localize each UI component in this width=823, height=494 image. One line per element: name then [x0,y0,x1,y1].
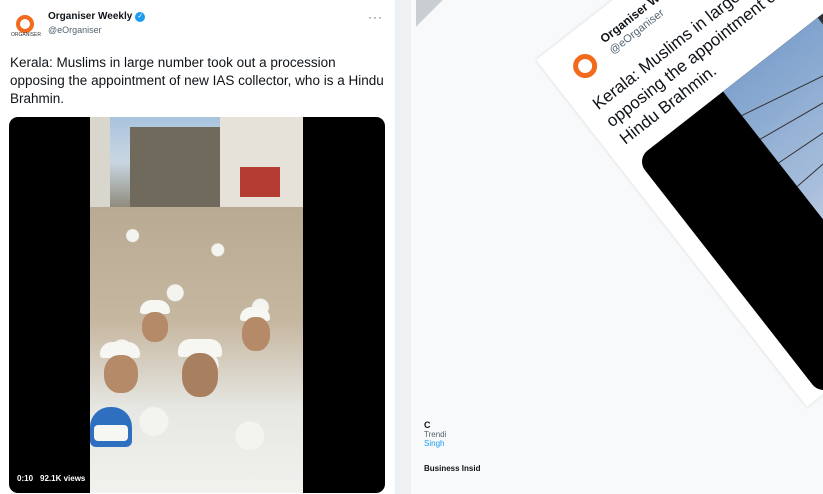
avatar-caption: ORGANISER [11,32,42,38]
sidebar-fragment: C [424,420,431,430]
account-name-text[interactable]: Organiser Weekly [48,11,132,22]
background-sidebar: C Trendi Singh Business Insid [424,420,514,494]
background-strip [416,0,476,30]
rotated-avatar [561,42,609,90]
video-time: 0:10 [17,474,34,483]
account-name[interactable]: Organiser Weekly ✓ [48,11,146,22]
tweet-video[interactable]: 0:10 92.1K views [9,117,385,493]
blue-turban [90,407,132,447]
more-options-icon[interactable]: ··· [368,10,383,24]
organiser-logo-icon [16,15,34,33]
account-handle[interactable]: @eOrganiser [48,25,102,35]
business-insider-label[interactable]: Business Insid [424,464,514,473]
verified-badge-icon: ✓ [135,11,146,22]
organiser-logo-icon [568,49,602,83]
rotated-screenshot: C Trendi Singh Business Insid Organiser … [396,0,823,494]
video-frame [90,117,303,493]
video-meta: 0:10 92.1K views [17,474,85,483]
video-views: 92.1K views [40,474,86,483]
tweet-text: Kerala: Muslims in large number took out… [10,55,384,106]
tweet-card: ORGANISER Organiser Weekly ✓ @eOrganiser… [0,0,396,494]
trending-label: Trendi [424,430,447,439]
trend-item[interactable]: Singh [424,439,514,448]
